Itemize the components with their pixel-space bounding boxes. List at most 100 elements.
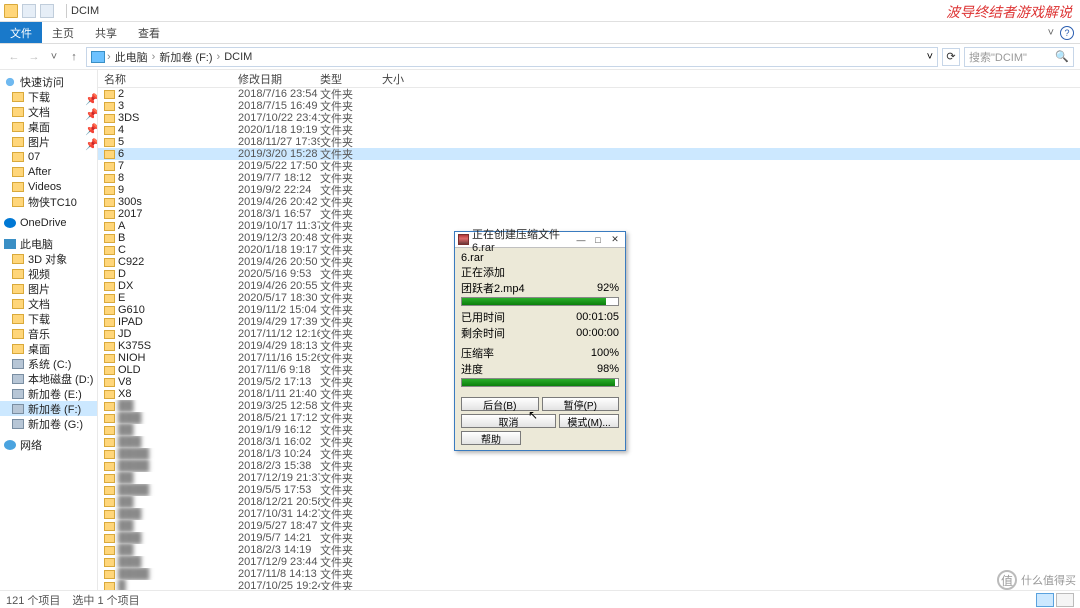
sidebar-item[interactable]: 新加卷 (G:) (0, 416, 97, 431)
file-row[interactable]: ███2017/10/31 14:27文件夹 (98, 508, 1080, 520)
chevron-right-icon[interactable]: › (217, 51, 221, 63)
nav-up-button[interactable]: ↑ (66, 49, 82, 65)
folder-icon (104, 378, 115, 387)
sidebar-item-label: 图片 (28, 134, 50, 150)
sidebar-item[interactable]: 桌面📌 (0, 119, 97, 134)
file-row[interactable]: ███2019/5/7 14:21文件夹 (98, 532, 1080, 544)
sidebar-item[interactable]: 本地磁盘 (D:) (0, 371, 97, 386)
file-row[interactable]: 62019/3/20 15:28文件夹 (98, 148, 1080, 160)
tab-share[interactable]: 共享 (85, 22, 128, 43)
crumb-drive[interactable]: 新加卷 (F:) (157, 49, 214, 65)
sidebar-item[interactable]: 音乐 (0, 326, 97, 341)
close-button[interactable]: ✕ (608, 234, 622, 246)
file-row[interactable]: █2017/10/25 19:24文件夹 (98, 580, 1080, 590)
sidebar-item[interactable]: 图片📌 (0, 134, 97, 149)
sidebar-item-label: 此电脑 (20, 236, 53, 252)
crumb-pc[interactable]: 此电脑 (113, 49, 150, 65)
dialog-titlebar[interactable]: 正在创建压缩文件 6.rar — □ ✕ (455, 232, 625, 248)
sidebar-item[interactable]: 文档 (0, 296, 97, 311)
file-row[interactable]: 3DS2017/10/22 23:41文件夹 (98, 112, 1080, 124)
file-date: 2018/12/21 20:58 (238, 496, 320, 508)
file-row[interactable]: 300s2019/4/26 20:42文件夹 (98, 196, 1080, 208)
file-row[interactable]: 32018/7/15 16:49文件夹 (98, 100, 1080, 112)
folder-icon (12, 284, 24, 294)
file-row[interactable]: ██2019/5/27 18:47文件夹 (98, 520, 1080, 532)
watermark-text: 波导终结者游戏解说 (946, 2, 1072, 22)
net-icon (4, 440, 16, 450)
qat-item[interactable] (22, 4, 36, 18)
sidebar-item[interactable]: 快速访问 (0, 74, 97, 89)
sidebar-item[interactable]: 桌面 (0, 341, 97, 356)
col-date[interactable]: 修改日期 (238, 70, 320, 87)
chevron-right-icon[interactable]: › (107, 51, 111, 63)
search-input[interactable]: 搜索"DCIM" 🔍 (964, 47, 1074, 67)
file-name: 300s (118, 196, 142, 208)
background-button[interactable]: 后台(B) (461, 397, 539, 411)
sidebar-item-label: 快速访问 (20, 74, 64, 90)
sidebar-item-label: 新加卷 (G:) (28, 416, 83, 432)
help-icon[interactable]: ? (1060, 26, 1074, 40)
view-icons-button[interactable] (1056, 593, 1074, 607)
maximize-button[interactable]: □ (591, 234, 605, 246)
ribbon-expand-icon[interactable]: ˅ (1048, 27, 1054, 39)
sidebar-item[interactable]: 系统 (C:) (0, 356, 97, 371)
sidebar-item[interactable]: 图片 (0, 281, 97, 296)
file-name: 2 (118, 88, 124, 100)
sidebar-item-label: 07 (28, 151, 40, 163)
file-row[interactable]: ████2017/11/8 14:13文件夹 (98, 568, 1080, 580)
breadcrumb-dropdown[interactable]: ˅ (927, 51, 933, 63)
file-row[interactable]: 42020/1/18 19:19文件夹 (98, 124, 1080, 136)
file-row[interactable]: ████2019/5/5 17:53文件夹 (98, 484, 1080, 496)
sidebar-item[interactable]: 此电脑 (0, 236, 97, 251)
file-row[interactable]: ████2018/2/3 15:38文件夹 (98, 460, 1080, 472)
col-type[interactable]: 类型 (320, 70, 382, 87)
nav-forward-button[interactable]: → (26, 49, 42, 65)
refresh-button[interactable]: ⟳ (942, 48, 960, 66)
sidebar-item[interactable]: 3D 对象 (0, 251, 97, 266)
col-size[interactable]: 大小 (382, 70, 442, 87)
col-name[interactable]: 名称 (98, 70, 238, 87)
file-row[interactable]: 72019/5/22 17:50文件夹 (98, 160, 1080, 172)
chevron-right-icon[interactable]: › (152, 51, 156, 63)
file-row[interactable]: 22018/7/16 23:54文件夹 (98, 88, 1080, 100)
crumb-folder[interactable]: DCIM (222, 51, 254, 63)
nav-history-dropdown[interactable]: ˅ (46, 49, 62, 65)
breadcrumb[interactable]: › 此电脑 › 新加卷 (F:) › DCIM ˅ (86, 47, 938, 67)
file-row[interactable]: 20172018/3/1 16:57文件夹 (98, 208, 1080, 220)
file-row[interactable]: ██2017/12/19 21:37文件夹 (98, 472, 1080, 484)
file-row[interactable]: ███2017/12/9 23:44文件夹 (98, 556, 1080, 568)
help-button[interactable]: 帮助 (461, 431, 521, 445)
sidebar-item[interactable]: 物侠TC10 (0, 194, 97, 209)
search-icon: 🔍 (1055, 50, 1069, 63)
sidebar-item[interactable]: 新加卷 (E:) (0, 386, 97, 401)
file-row[interactable]: ██2018/12/21 20:58文件夹 (98, 496, 1080, 508)
cancel-button[interactable]: 取消 (461, 414, 556, 428)
tab-home[interactable]: 主页 (42, 22, 85, 43)
sidebar-item[interactable]: 下载📌 (0, 89, 97, 104)
sidebar-item[interactable]: 文档📌 (0, 104, 97, 119)
file-row[interactable]: 82019/7/7 18:12文件夹 (98, 172, 1080, 184)
sidebar-item[interactable]: OneDrive (0, 215, 97, 230)
folder-icon (12, 152, 24, 162)
file-row[interactable]: 92019/9/2 22:24文件夹 (98, 184, 1080, 196)
tab-file[interactable]: 文件 (0, 22, 42, 43)
mode-button[interactable]: 模式(M)... (559, 414, 619, 428)
sidebar-item[interactable]: 新加卷 (F:) (0, 401, 97, 416)
pause-button[interactable]: 暂停(P) (542, 397, 620, 411)
folder-icon (104, 90, 115, 99)
sidebar-item[interactable]: 网络 (0, 437, 97, 452)
file-row[interactable]: 52018/11/27 17:39文件夹 (98, 136, 1080, 148)
sidebar-item[interactable]: 07 (0, 149, 97, 164)
sidebar-item[interactable]: After (0, 164, 97, 179)
nav-back-button[interactable]: ← (6, 49, 22, 65)
minimize-button[interactable]: — (574, 234, 588, 246)
tab-view[interactable]: 查看 (128, 22, 171, 43)
qat-item[interactable] (40, 4, 54, 18)
sidebar-item[interactable]: 下载 (0, 311, 97, 326)
sidebar-item[interactable]: Videos (0, 179, 97, 194)
sidebar-item[interactable]: 视频 (0, 266, 97, 281)
file-date: 2019/3/20 15:28 (238, 148, 320, 160)
view-details-button[interactable] (1036, 593, 1054, 607)
file-row[interactable]: ██2018/2/3 14:19文件夹 (98, 544, 1080, 556)
file-date: 2018/2/3 14:19 (238, 544, 320, 556)
